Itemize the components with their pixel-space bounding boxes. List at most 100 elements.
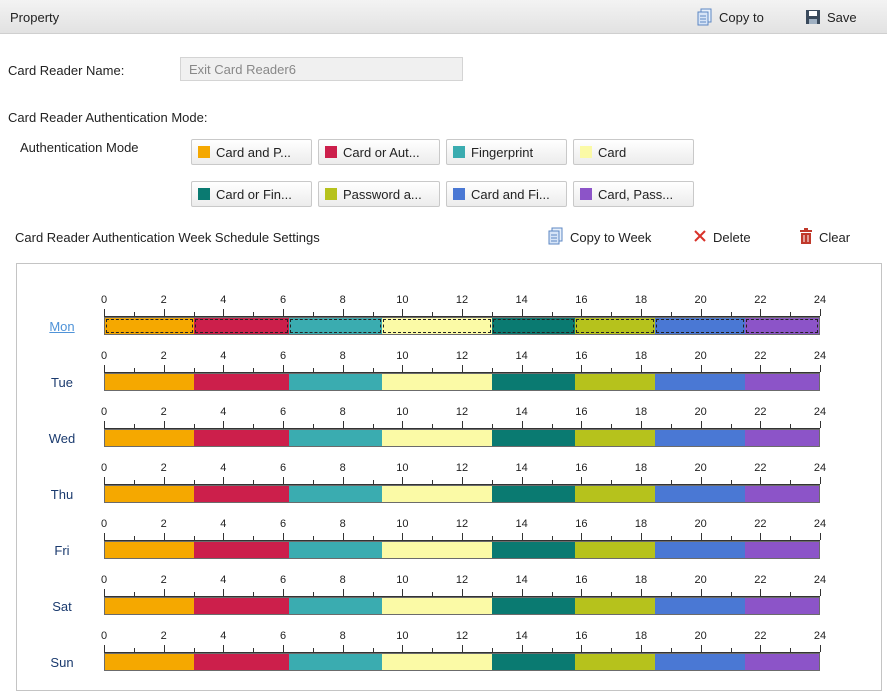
- schedule-segment[interactable]: [575, 654, 656, 670]
- schedule-bar-mon[interactable]: [104, 317, 820, 335]
- schedule-segment[interactable]: [491, 654, 576, 670]
- schedule-segment[interactable]: [289, 486, 382, 502]
- schedule-segment[interactable]: [744, 374, 819, 390]
- schedule-segment[interactable]: [105, 430, 195, 446]
- schedule-bar-wed[interactable]: [104, 429, 820, 447]
- schedule-segment[interactable]: [289, 374, 382, 390]
- schedule-bar-thu[interactable]: [104, 485, 820, 503]
- schedule-segment[interactable]: [105, 654, 195, 670]
- day-label-fri[interactable]: Fri: [37, 543, 87, 558]
- schedule-segment[interactable]: [655, 654, 745, 670]
- hour-tick: [462, 365, 463, 372]
- day-label-wed[interactable]: Wed: [37, 431, 87, 446]
- copy-to-button[interactable]: Copy to: [697, 6, 764, 28]
- day-label-sat[interactable]: Sat: [37, 599, 87, 614]
- schedule-segment[interactable]: [289, 318, 383, 334]
- schedule-segment[interactable]: [491, 374, 576, 390]
- hour-tick-label: 6: [279, 574, 287, 586]
- schedule-segment[interactable]: [655, 374, 745, 390]
- hour-tick-label: 20: [694, 574, 707, 586]
- schedule-segment[interactable]: [575, 318, 657, 334]
- schedule-segment[interactable]: [105, 486, 195, 502]
- hour-tick: [581, 365, 583, 372]
- schedule-segment[interactable]: [575, 598, 656, 614]
- schedule-bar-sun[interactable]: [104, 653, 820, 671]
- auth-mode-button[interactable]: Card and Fi...: [446, 181, 567, 207]
- schedule-segment[interactable]: [381, 374, 492, 390]
- clear-button[interactable]: Clear: [799, 226, 850, 248]
- schedule-segment[interactable]: [744, 598, 819, 614]
- schedule-segment[interactable]: [575, 486, 656, 502]
- schedule-segment[interactable]: [744, 430, 819, 446]
- day-label-mon[interactable]: Mon: [37, 319, 87, 334]
- schedule-segment[interactable]: [744, 542, 819, 558]
- schedule-segment[interactable]: [105, 374, 195, 390]
- hour-tick: [700, 477, 702, 484]
- schedule-segment[interactable]: [575, 374, 656, 390]
- schedule-segment[interactable]: [289, 598, 382, 614]
- schedule-bar-tue[interactable]: [104, 373, 820, 391]
- schedule-segment[interactable]: [491, 430, 576, 446]
- schedule-segment[interactable]: [575, 542, 656, 558]
- schedule-segment[interactable]: [381, 318, 493, 334]
- day-label-tue[interactable]: Tue: [37, 375, 87, 390]
- schedule-segment[interactable]: [491, 318, 577, 334]
- schedule-segment[interactable]: [491, 542, 576, 558]
- hour-tick-label: 10: [396, 350, 409, 362]
- hour-tick: [104, 589, 105, 596]
- schedule-segment[interactable]: [194, 598, 290, 614]
- hour-tick-label: 16: [575, 574, 588, 586]
- schedule-segment[interactable]: [194, 318, 291, 334]
- hour-tick: [521, 309, 523, 316]
- auth-mode-button[interactable]: Password a...: [318, 181, 440, 207]
- schedule-segment[interactable]: [381, 430, 492, 446]
- hour-tick: [163, 477, 165, 484]
- day-label-sun[interactable]: Sun: [37, 655, 87, 670]
- day-label-thu[interactable]: Thu: [37, 487, 87, 502]
- schedule-segment[interactable]: [194, 374, 290, 390]
- schedule-segment[interactable]: [655, 486, 745, 502]
- auth-mode-button[interactable]: Fingerprint: [446, 139, 567, 165]
- hour-tick-label: 2: [160, 294, 167, 306]
- schedule-segment[interactable]: [655, 318, 746, 334]
- schedule-segment[interactable]: [105, 598, 195, 614]
- schedule-segment[interactable]: [289, 542, 382, 558]
- schedule-segment[interactable]: [381, 486, 492, 502]
- schedule-segment[interactable]: [289, 654, 382, 670]
- schedule-segment[interactable]: [194, 654, 290, 670]
- card-reader-name-field[interactable]: Exit Card Reader6: [180, 57, 463, 81]
- copy-to-week-button[interactable]: Copy to Week: [548, 226, 651, 248]
- hour-tick: [283, 421, 284, 428]
- schedule-segment[interactable]: [381, 542, 492, 558]
- auth-mode-button[interactable]: Card or Fin...: [191, 181, 312, 207]
- schedule-segment[interactable]: [381, 654, 492, 670]
- schedule-segment[interactable]: [744, 318, 819, 334]
- hour-tick-label: 20: [694, 406, 707, 418]
- schedule-segment[interactable]: [655, 542, 745, 558]
- schedule-bar-sat[interactable]: [104, 597, 820, 615]
- schedule-segment[interactable]: [105, 542, 195, 558]
- schedule-segment[interactable]: [194, 486, 290, 502]
- schedule-segment[interactable]: [194, 430, 290, 446]
- schedule-segment[interactable]: [575, 430, 656, 446]
- schedule-segment[interactable]: [744, 654, 819, 670]
- schedule-segment[interactable]: [655, 430, 745, 446]
- auth-mode-button[interactable]: Card and P...: [191, 139, 312, 165]
- schedule-segment[interactable]: [491, 598, 576, 614]
- auth-mode-button[interactable]: Card or Aut...: [318, 139, 440, 165]
- delete-button[interactable]: Delete: [693, 226, 751, 248]
- schedule-segment[interactable]: [655, 598, 745, 614]
- hour-tick: [521, 477, 523, 484]
- auth-mode-button[interactable]: Card: [573, 139, 694, 165]
- schedule-bar-fri[interactable]: [104, 541, 820, 559]
- schedule-segment[interactable]: [289, 430, 382, 446]
- schedule-segment[interactable]: [105, 318, 196, 334]
- hour-tick-label: 8: [339, 630, 346, 642]
- save-button[interactable]: Save: [805, 6, 857, 28]
- auth-mode-button[interactable]: Card, Pass...: [573, 181, 694, 207]
- schedule-segment[interactable]: [491, 486, 576, 502]
- schedule-segment[interactable]: [744, 486, 819, 502]
- schedule-segment[interactable]: [194, 542, 290, 558]
- schedule-segment[interactable]: [381, 598, 492, 614]
- property-title: Property: [10, 10, 60, 25]
